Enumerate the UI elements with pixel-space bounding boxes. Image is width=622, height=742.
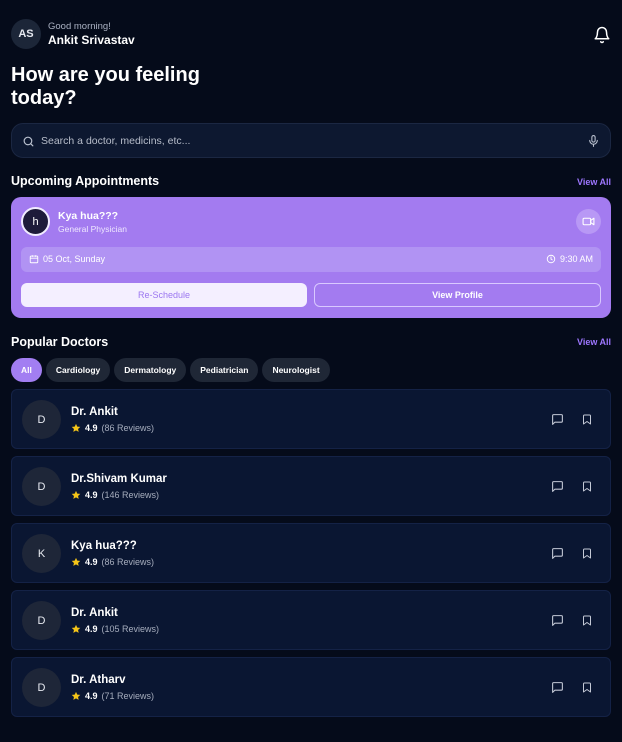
chat-icon[interactable] — [551, 614, 564, 627]
appointment-doctor-name: Kya hua??? — [58, 210, 119, 222]
microphone-icon[interactable] — [587, 134, 600, 148]
chat-icon[interactable] — [551, 681, 564, 694]
appointment-info-bar: 05 Oct, Sunday 9:30 AM — [21, 247, 601, 272]
doctor-card[interactable]: D Dr. Ankit 4.9 (105 Reviews) — [11, 590, 611, 650]
doctor-rating: 4.9 (105 Reviews) — [71, 624, 159, 634]
chat-icon[interactable] — [551, 413, 564, 426]
review-count: (71 Reviews) — [101, 691, 155, 701]
appointments-view-all-link[interactable]: View All — [577, 177, 611, 187]
rating-score: 4.9 — [85, 490, 98, 500]
review-count: (146 Reviews) — [101, 490, 160, 500]
doctor-card[interactable]: D Dr.Shivam Kumar 4.9 (146 Reviews) — [11, 456, 611, 516]
appointment-card: h Kya hua??? General Physician 05 Oct, S… — [11, 197, 611, 318]
doctor-card[interactable]: D Dr. Ankit 4.9 (86 Reviews) — [11, 389, 611, 449]
filter-chip-dermatology[interactable]: Dermatology — [114, 358, 187, 382]
doctor-avatar: K — [22, 534, 61, 573]
greeting-text: Good morning! — [48, 21, 111, 32]
bookmark-icon[interactable] — [581, 480, 593, 493]
video-call-icon — [582, 215, 595, 228]
headline-line-2: today? — [11, 87, 77, 109]
review-count: (86 Reviews) — [101, 557, 155, 567]
doctor-name: Dr.Shivam Kumar — [71, 473, 167, 485]
rating-score: 4.9 — [85, 691, 98, 701]
bookmark-icon[interactable] — [581, 547, 593, 560]
review-count: (86 Reviews) — [101, 423, 155, 433]
doctor-avatar: D — [22, 601, 61, 640]
star-icon — [71, 490, 81, 500]
appointment-date-text: 05 Oct, Sunday — [43, 254, 106, 264]
rating-score: 4.9 — [85, 557, 98, 567]
bookmark-icon[interactable] — [581, 681, 593, 694]
chat-icon[interactable] — [551, 547, 564, 560]
calendar-icon — [29, 254, 43, 264]
bell-icon[interactable] — [593, 26, 611, 44]
appointment-time: 9:30 AM — [546, 254, 593, 264]
star-icon — [71, 691, 81, 701]
doctor-rating: 4.9 (146 Reviews) — [71, 490, 159, 500]
review-count: (105 Reviews) — [101, 624, 160, 634]
doctor-name: Kya hua??? — [71, 540, 137, 552]
doctor-avatar: D — [22, 400, 61, 439]
filter-chip-all[interactable]: All — [11, 358, 42, 382]
doctor-card[interactable]: D Dr. Atharv 4.9 (71 Reviews) — [11, 657, 611, 717]
rating-score: 4.9 — [85, 624, 98, 634]
appointment-doctor-specialty: General Physician — [58, 224, 127, 234]
doctor-card[interactable]: K Kya hua??? 4.9 (86 Reviews) — [11, 523, 611, 583]
search-icon — [22, 135, 35, 148]
doctor-name: Dr. Atharv — [71, 674, 126, 686]
doctor-rating: 4.9 (71 Reviews) — [71, 691, 154, 701]
clock-icon — [546, 254, 560, 264]
bookmark-icon[interactable] — [581, 413, 593, 426]
doctor-avatar: D — [22, 668, 61, 707]
header: AS Good morning! Ankit Srivastav — [11, 19, 611, 51]
filter-chip-neurologist[interactable]: Neurologist — [262, 358, 330, 382]
doctor-name: Dr. Ankit — [71, 406, 118, 418]
rating-score: 4.9 — [85, 423, 98, 433]
video-call-button[interactable] — [576, 209, 601, 234]
user-avatar[interactable]: AS — [11, 19, 41, 49]
star-icon — [71, 624, 81, 634]
filter-chip-pediatrician[interactable]: Pediatrician — [190, 358, 259, 382]
doctor-rating: 4.9 (86 Reviews) — [71, 423, 154, 433]
star-icon — [71, 423, 81, 433]
doctor-rating: 4.9 (86 Reviews) — [71, 557, 154, 567]
appointment-doctor-avatar: h — [21, 207, 50, 236]
doctor-name: Dr. Ankit — [71, 607, 118, 619]
popular-doctors-title: Popular Doctors — [11, 335, 109, 349]
search-bar[interactable] — [11, 123, 611, 158]
reschedule-button[interactable]: Re-Schedule — [21, 283, 307, 307]
appointment-time-text: 9:30 AM — [559, 254, 593, 264]
doctor-avatar: D — [22, 467, 61, 506]
specialty-filter-chips: All Cardiology Dermatology Pediatrician … — [11, 358, 330, 382]
headline-line-1: How are you feeling — [11, 64, 200, 86]
view-profile-button[interactable]: View Profile — [314, 283, 601, 307]
filter-chip-cardiology[interactable]: Cardiology — [45, 358, 111, 382]
upcoming-appointments-title: Upcoming Appointments — [11, 174, 160, 188]
page-headline: How are you feeling today? — [11, 64, 231, 110]
bookmark-icon[interactable] — [581, 614, 593, 627]
star-icon — [71, 557, 81, 567]
popular-doctors-view-all-link[interactable]: View All — [577, 337, 611, 347]
chat-icon[interactable] — [551, 480, 564, 493]
doctor-list: D Dr. Ankit 4.9 (86 Reviews) D Dr.Shivam… — [11, 389, 611, 724]
search-input[interactable] — [41, 132, 581, 150]
user-name: Ankit Srivastav — [48, 33, 135, 47]
appointment-date: 05 Oct, Sunday — [29, 254, 105, 264]
